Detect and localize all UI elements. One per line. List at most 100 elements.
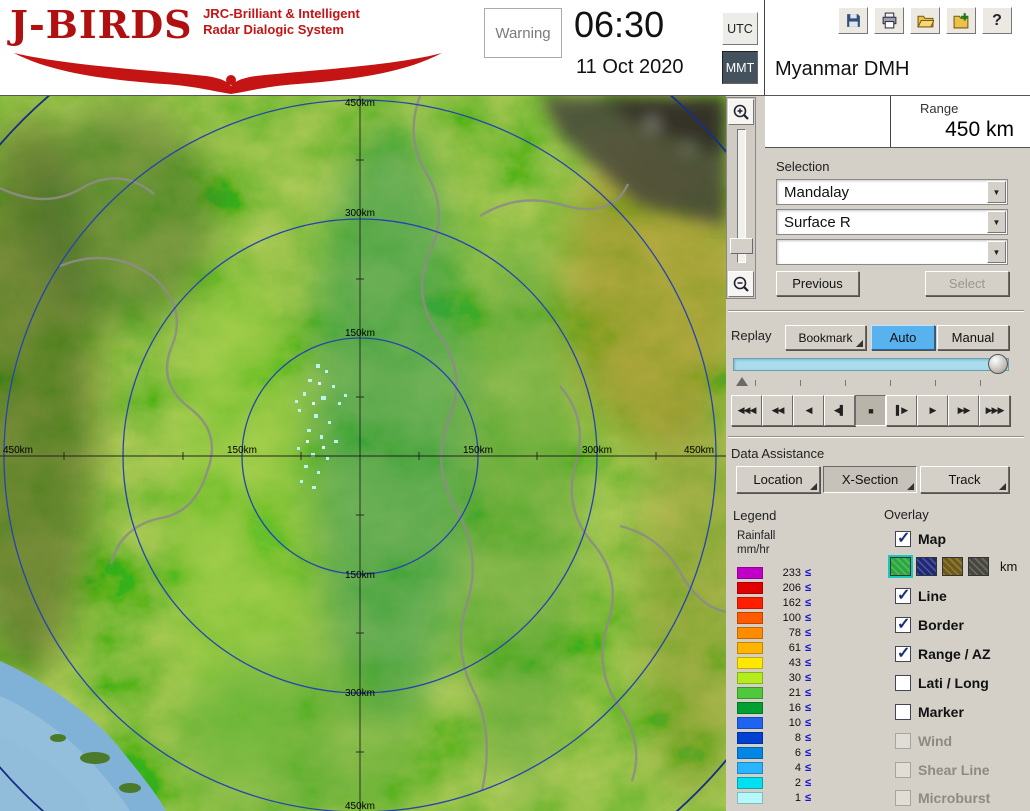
zoom-slider-thumb[interactable]: [730, 238, 753, 254]
toolbar: ?: [838, 7, 1012, 34]
legend-swatch: [737, 671, 763, 684]
legend-swatch: [737, 566, 763, 579]
header-divider: [764, 0, 765, 96]
help-button[interactable]: ?: [982, 7, 1012, 34]
previous-button[interactable]: Previous: [776, 271, 859, 296]
legend-unit-line2: mm/hr: [737, 544, 770, 556]
map-style-swatch[interactable]: [942, 557, 963, 576]
zoom-out-icon: [733, 276, 749, 292]
x-section-button[interactable]: X-Section: [823, 466, 917, 493]
ring-label: 150km: [345, 328, 375, 339]
chevron-down-icon[interactable]: ▼: [987, 241, 1006, 263]
ring-label: 450km: [345, 98, 375, 109]
data-assistance-label: Data Assistance: [731, 446, 825, 461]
go-to-end-button[interactable]: ▶▶▶: [979, 395, 1010, 426]
ring-label: 450km: [684, 445, 714, 456]
checkbox: [895, 790, 911, 806]
fast-rewind-button[interactable]: ◀◀: [762, 395, 793, 426]
overlay-item-border[interactable]: Border: [895, 614, 964, 634]
site-dropdown[interactable]: Mandalay ▼: [776, 179, 1008, 205]
print-icon: [882, 12, 896, 29]
legend-title: Legend: [733, 508, 777, 523]
map-style-swatch[interactable]: [916, 557, 937, 576]
legend-row: 43 ≤: [737, 655, 811, 670]
export-button[interactable]: [946, 7, 976, 34]
checkbox[interactable]: [895, 643, 911, 663]
checkbox[interactable]: [895, 675, 911, 691]
overlay-item-microburst: Microburst: [895, 790, 990, 806]
checkbox[interactable]: [895, 585, 911, 605]
legend-swatch: [737, 611, 763, 624]
play-backward-button[interactable]: ◀: [793, 395, 824, 426]
select-button[interactable]: Select: [925, 271, 1009, 296]
range-label: Range: [920, 101, 959, 116]
ring-label: 450km: [345, 801, 375, 811]
ring-label: 150km: [227, 445, 257, 456]
overlay-item-wind: Wind: [895, 733, 952, 749]
map-style-swatch[interactable]: [968, 557, 989, 576]
radar-map-canvas: 450km 300km 150km 150km 300km 450km 450k…: [0, 0, 837, 811]
eagle-icon: [14, 53, 442, 94]
legend-swatch: [737, 746, 763, 759]
overlay-item-range-az[interactable]: Range / AZ: [895, 643, 991, 663]
chevron-down-icon[interactable]: ▼: [987, 211, 1006, 233]
warning-label: Warning: [495, 24, 551, 42]
open-folder-icon: [916, 15, 934, 28]
overlay-item-shear-line: Shear Line: [895, 762, 990, 778]
map-style-swatch[interactable]: [888, 555, 913, 578]
bookmark-button[interactable]: Bookmark: [785, 325, 866, 350]
zoom-in-button[interactable]: [728, 99, 754, 125]
fast-forward-button[interactable]: ▶▶: [948, 395, 979, 426]
selection-label: Selection: [776, 159, 830, 174]
replay-label: Replay: [731, 328, 772, 343]
zoom-out-button[interactable]: [728, 271, 754, 297]
chevron-down-icon[interactable]: ▼: [987, 181, 1006, 203]
legend-row: 10 ≤: [737, 715, 811, 730]
manual-button[interactable]: Manual: [937, 325, 1009, 350]
step-forward-button[interactable]: ▌▶: [886, 395, 917, 426]
checkbox[interactable]: [895, 614, 911, 634]
overlay-item-line[interactable]: Line: [895, 585, 947, 605]
legend-swatch: [737, 791, 763, 804]
legend-row: 78 ≤: [737, 625, 811, 640]
product-dropdown[interactable]: Surface R ▼: [776, 209, 1008, 235]
legend-row: 16 ≤: [737, 700, 811, 715]
radar-map[interactable]: 450km 300km 150km 150km 300km 450km 450k…: [0, 0, 837, 811]
mmt-button[interactable]: MMT: [722, 51, 758, 84]
checkbox[interactable]: [895, 704, 911, 720]
replay-slider-handle[interactable]: [988, 354, 1008, 374]
extra-dropdown[interactable]: ▼: [776, 239, 1008, 265]
ring-label: 450km: [3, 445, 33, 456]
checkbox[interactable]: [895, 528, 911, 548]
replay-slider-track[interactable]: [733, 358, 1009, 371]
play-button[interactable]: ▶: [917, 395, 948, 426]
legend-swatch: [737, 716, 763, 729]
track-button[interactable]: Track: [920, 466, 1009, 493]
legend-swatch: [737, 596, 763, 609]
header: J-BIRDS JRC-Brilliant & Intelligent Rada…: [0, 0, 1030, 96]
overlay-item-marker[interactable]: Marker: [895, 704, 964, 720]
legend-swatch: [737, 776, 763, 789]
replay-position-marker: [736, 377, 748, 386]
legend-row: 6 ≤: [737, 745, 811, 760]
print-button[interactable]: [874, 7, 904, 34]
legend-row: 206 ≤: [737, 580, 811, 595]
utc-button[interactable]: UTC: [722, 12, 758, 45]
open-folder-button[interactable]: [910, 7, 940, 34]
location-button[interactable]: Location: [736, 466, 820, 493]
legend-swatch: [737, 686, 763, 699]
save-button[interactable]: [838, 7, 868, 34]
overlay-item-map[interactable]: Map: [895, 528, 946, 548]
overlay-item-lati-long[interactable]: Lati / Long: [895, 675, 989, 691]
stop-button[interactable]: ■: [855, 395, 886, 426]
go-to-start-button[interactable]: ◀◀◀: [731, 395, 762, 426]
step-back-button[interactable]: ◀▌: [824, 395, 855, 426]
zoom-in-icon: [733, 104, 749, 120]
range-display: Range 450 km: [765, 96, 1030, 148]
overlay-title: Overlay: [884, 507, 929, 522]
map-color-swatches: km: [888, 555, 1017, 578]
separator: [728, 310, 1024, 312]
legend-unit-line1: Rainfall: [737, 530, 776, 542]
auto-button[interactable]: Auto: [871, 325, 935, 350]
clock-date: 11 Oct 2020: [576, 56, 684, 78]
